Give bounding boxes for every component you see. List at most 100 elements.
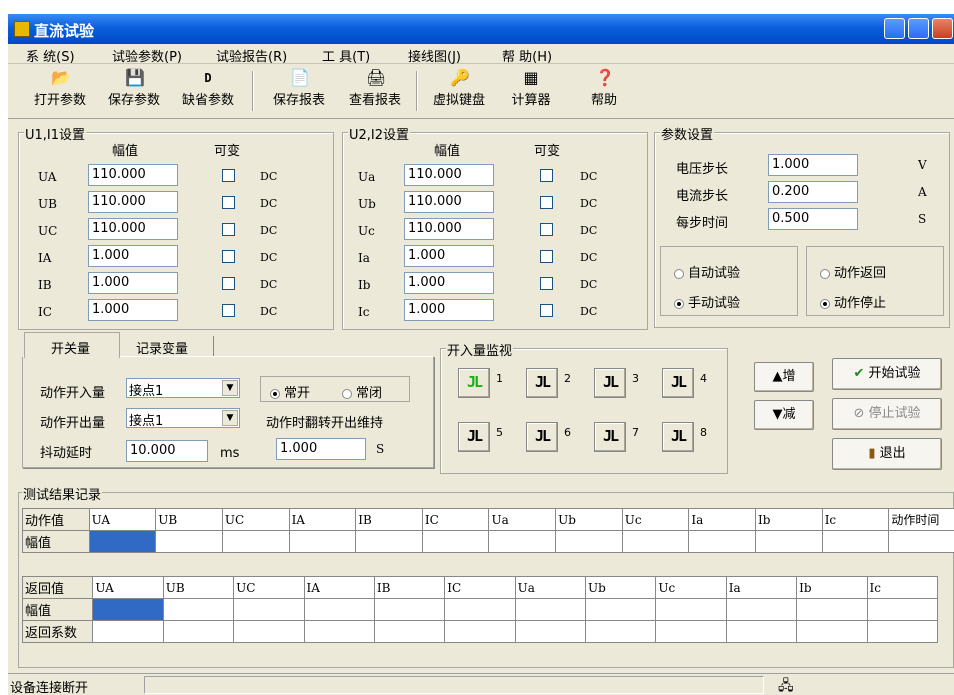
table-cell[interactable] [444, 598, 516, 621]
u1i1-amp-input[interactable]: 110.000 [88, 191, 178, 213]
tab-record[interactable]: 记录变量 [120, 336, 214, 357]
u1i1-var-checkbox[interactable] [222, 304, 235, 317]
action-input-select[interactable]: 接点1 ▼ [126, 378, 240, 399]
table-cell[interactable] [88, 530, 157, 553]
param-input[interactable]: 1.000 [768, 154, 858, 176]
save-params-button[interactable]: 💾 保存参数 [102, 69, 166, 109]
table-cell[interactable] [796, 598, 868, 621]
table-cell[interactable] [303, 598, 375, 621]
u2i2-var-checkbox[interactable] [540, 169, 553, 182]
debounce-input[interactable]: 10.000 [126, 440, 208, 462]
minimize-button[interactable] [884, 18, 905, 39]
view-report-button[interactable]: 🖨 查看报表 [342, 69, 408, 109]
u1i1-var-checkbox[interactable] [222, 223, 235, 236]
u1i1-amp-input[interactable]: 1.000 [88, 272, 178, 294]
u1i1-amp-input[interactable]: 110.000 [88, 218, 178, 240]
u2i2-amp-input[interactable]: 1.000 [404, 272, 494, 294]
auto-test-radio[interactable]: 自动试验 [674, 262, 740, 281]
u2i2-amp-input[interactable]: 1.000 [404, 245, 494, 267]
table-cell[interactable] [866, 620, 938, 643]
table-cell[interactable] [796, 620, 868, 643]
table-cell[interactable] [303, 620, 375, 643]
table-cell[interactable] [233, 598, 305, 621]
u1i1-var-checkbox[interactable] [222, 250, 235, 263]
table-cell[interactable] [888, 530, 954, 553]
action-return-radio[interactable]: 动作返回 [820, 262, 886, 281]
table-cell[interactable] [355, 530, 423, 553]
normally-open-radio[interactable]: 常开 [270, 382, 310, 401]
table-cell[interactable] [514, 598, 587, 621]
table-cell[interactable] [514, 620, 587, 643]
action-stop-radio[interactable]: 动作停止 [820, 292, 886, 311]
save-report-button[interactable]: 📄 保存报表 [264, 69, 334, 109]
table-cell[interactable] [655, 598, 727, 621]
u1i1-var-checkbox[interactable] [222, 277, 235, 290]
action-output-value: 接点1 [129, 414, 164, 429]
table-cell[interactable] [162, 598, 235, 621]
u2i2-var-checkbox[interactable] [540, 196, 553, 209]
param-input[interactable]: 0.500 [768, 208, 858, 230]
menu-tools[interactable]: 工 具(T) [322, 46, 370, 65]
u1i1-amp-input[interactable]: 1.000 [88, 245, 178, 267]
menu-wiring[interactable]: 接线图(J) [408, 46, 461, 65]
table-cell[interactable] [688, 530, 757, 553]
manual-test-radio[interactable]: 手动试验 [674, 292, 740, 311]
start-test-button[interactable]: ✔ 开始试验 [832, 358, 942, 390]
table-cell[interactable] [866, 598, 938, 621]
maximize-button[interactable] [908, 18, 929, 39]
table-cell[interactable] [725, 598, 798, 621]
param-input[interactable]: 0.200 [768, 181, 858, 203]
u1i1-amp-input[interactable]: 110.000 [88, 164, 178, 186]
table-cell[interactable] [288, 530, 357, 553]
input-monitor-8: JL [662, 422, 694, 452]
close-button[interactable] [932, 18, 953, 39]
table-cell[interactable] [488, 530, 557, 553]
menu-test-report[interactable]: 试验报告(R) [216, 46, 287, 65]
table-cell[interactable] [725, 620, 798, 643]
table-cell[interactable] [444, 620, 516, 643]
u2i2-var-checkbox[interactable] [540, 223, 553, 236]
calculator-button[interactable]: ▦ 计算器 [504, 69, 558, 109]
u1i1-var-checkbox[interactable] [222, 196, 235, 209]
table-cell[interactable] [373, 620, 446, 643]
increase-button[interactable]: ▲增 [754, 362, 814, 392]
u2i2-amp-input[interactable]: 110.000 [404, 218, 494, 240]
hold-input[interactable]: 1.000 [276, 438, 366, 460]
table-cell[interactable] [233, 620, 305, 643]
menu-test-params[interactable]: 试验参数(P) [112, 46, 182, 65]
table-cell[interactable] [821, 530, 890, 553]
u2i2-var-checkbox[interactable] [540, 304, 553, 317]
table-cell[interactable] [221, 530, 290, 553]
open-params-button[interactable]: 📂 打开参数 [28, 69, 92, 109]
u2i2-amp-input[interactable]: 110.000 [404, 164, 494, 186]
stop-test-button[interactable]: ⊘ 停止试验 [832, 398, 942, 430]
table-cell[interactable] [162, 620, 235, 643]
table-cell[interactable] [373, 598, 446, 621]
u2i2-amp-input[interactable]: 1.000 [404, 299, 494, 321]
u2i2-var-checkbox[interactable] [540, 277, 553, 290]
u1i1-var-checkbox[interactable] [222, 169, 235, 182]
table-cell[interactable] [584, 598, 657, 621]
u2i2-var-checkbox[interactable] [540, 250, 553, 263]
help-button[interactable]: ❓ 帮助 [584, 69, 624, 109]
u1i1-amp-input[interactable]: 1.000 [88, 299, 178, 321]
tab-switch[interactable]: 开关量 [24, 332, 120, 358]
table-cell[interactable] [92, 598, 164, 621]
table-cell[interactable] [584, 620, 657, 643]
menu-system[interactable]: 系 统(S) [26, 46, 75, 65]
menu-help[interactable]: 帮 助(H) [502, 46, 552, 65]
default-params-button[interactable]: D 缺省参数 [176, 69, 240, 108]
action-output-select[interactable]: 接点1 ▼ [126, 408, 240, 429]
table-cell[interactable] [92, 620, 164, 643]
virtual-keyboard-button[interactable]: 🔑 虚拟键盘 [426, 69, 492, 109]
table-cell[interactable] [655, 620, 727, 643]
table-cell[interactable] [621, 530, 690, 553]
normally-closed-radio[interactable]: 常闭 [342, 382, 382, 401]
decrease-button[interactable]: ▼减 [754, 400, 814, 430]
table-cell[interactable] [555, 530, 623, 553]
table-cell[interactable] [421, 530, 490, 553]
exit-button[interactable]: ▮ 退出 [832, 438, 942, 470]
table-cell[interactable] [755, 530, 823, 553]
table-cell[interactable] [155, 530, 223, 553]
u2i2-amp-input[interactable]: 110.000 [404, 191, 494, 213]
